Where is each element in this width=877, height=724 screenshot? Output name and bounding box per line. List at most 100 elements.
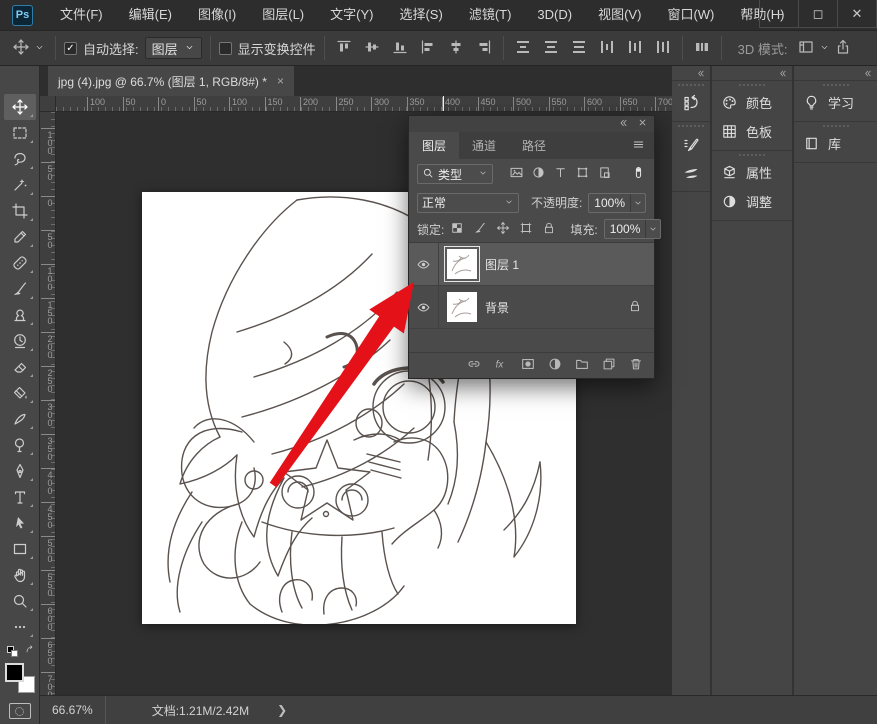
close-button[interactable]: ✕ xyxy=(837,0,877,28)
rectangle-tool[interactable] xyxy=(4,536,36,562)
distribute-vertical-center-button[interactable] xyxy=(541,37,561,60)
distribute-right-button[interactable] xyxy=(653,37,673,60)
menu-item-6[interactable]: 滤镜(T) xyxy=(456,0,525,30)
minimize-button[interactable]: – xyxy=(759,0,799,28)
status-options-chevron[interactable]: ❯ xyxy=(277,703,287,717)
tab-close-icon[interactable]: × xyxy=(277,74,284,88)
menu-item-7[interactable]: 3D(D) xyxy=(524,0,585,30)
align-left-button[interactable] xyxy=(418,37,438,60)
lock-paint-button[interactable] xyxy=(473,221,487,238)
history-panel-button[interactable] xyxy=(672,88,710,117)
brush-tool[interactable] xyxy=(4,276,36,302)
close-panel-icon[interactable] xyxy=(637,117,648,131)
document-tab[interactable]: jpg (4).jpg @ 66.7% (图层 1, RGB/8#) * × xyxy=(48,66,294,96)
horizontal-ruler[interactable]: 1005005010015020025030035040045050055060… xyxy=(56,96,672,112)
filter-smart-object-filter-button[interactable] xyxy=(597,165,612,183)
rectangular-marquee-tool[interactable] xyxy=(4,120,36,146)
distribute-horizontal-center-button[interactable] xyxy=(625,37,645,60)
panel-button-色板[interactable]: 色板 xyxy=(712,117,792,146)
zoom-tool[interactable] xyxy=(4,588,36,614)
pen-tool[interactable] xyxy=(4,458,36,484)
lasso-tool[interactable] xyxy=(4,146,36,172)
align-bottom-button[interactable] xyxy=(390,37,410,60)
dodge-tool[interactable] xyxy=(4,432,36,458)
folder-button[interactable] xyxy=(574,356,590,375)
history-brush-tool[interactable] xyxy=(4,328,36,354)
distribute-bottom-button[interactable] xyxy=(569,37,589,60)
lock-artboard-button[interactable] xyxy=(519,221,533,238)
hand-tool[interactable] xyxy=(4,562,36,588)
distribute-spacing-button[interactable] xyxy=(692,37,712,60)
lock-move-button[interactable] xyxy=(496,221,510,238)
filter-type-filter-button[interactable] xyxy=(553,165,568,183)
quick-mask-button[interactable] xyxy=(9,703,31,719)
fx-button[interactable]: fx xyxy=(493,356,509,375)
mask-button[interactable] xyxy=(520,356,536,375)
move-tool[interactable] xyxy=(4,94,36,120)
show-transform-checkbox[interactable] xyxy=(219,42,232,55)
layer-thumbnail[interactable] xyxy=(447,249,477,279)
menu-item-3[interactable]: 图层(L) xyxy=(249,0,317,30)
panel-button-调整[interactable]: 调整 xyxy=(712,187,792,216)
smudge-tool[interactable] xyxy=(4,406,36,432)
link-button[interactable] xyxy=(466,356,482,375)
layer-thumbnail[interactable] xyxy=(447,292,477,322)
menu-item-5[interactable]: 选择(S) xyxy=(386,0,455,30)
layer-filter-dropdown[interactable]: 类型 xyxy=(417,164,493,184)
edit-toolbar[interactable] xyxy=(4,614,36,640)
filter-adjustment-filter-button[interactable] xyxy=(531,165,546,183)
lock-transparent-button[interactable] xyxy=(450,221,464,238)
maximize-button[interactable]: ◻ xyxy=(798,0,838,28)
menu-item-2[interactable]: 图像(I) xyxy=(185,0,249,30)
type-tool[interactable] xyxy=(4,484,36,510)
filter-toggle-switch[interactable] xyxy=(631,165,646,183)
chevron-down-icon[interactable] xyxy=(33,40,46,57)
panel-tab-2[interactable]: 路径 xyxy=(509,132,559,159)
panel-tab-1[interactable]: 通道 xyxy=(459,132,509,159)
panel-button-颜色[interactable]: 颜色 xyxy=(712,88,792,117)
auto-select-target-dropdown[interactable]: 图层 xyxy=(145,37,202,59)
menu-item-8[interactable]: 视图(V) xyxy=(585,0,654,30)
clone-stamp-tool[interactable] xyxy=(4,302,36,328)
layer-visibility-toggle[interactable] xyxy=(409,286,439,328)
distribute-top-button[interactable] xyxy=(513,37,533,60)
filter-image-filter-button[interactable] xyxy=(509,165,524,183)
align-top-button[interactable] xyxy=(334,37,354,60)
eyedropper-tool[interactable] xyxy=(4,224,36,250)
brushes-panel-button[interactable] xyxy=(672,158,710,187)
layer-visibility-toggle[interactable] xyxy=(409,243,439,285)
swap-colors-icon[interactable] xyxy=(24,644,35,655)
ruler-origin-box[interactable] xyxy=(40,96,56,112)
layer-row-1[interactable]: 背景 xyxy=(409,286,654,329)
layer-name[interactable]: 图层 1 xyxy=(485,256,519,273)
paint-bucket-tool[interactable] xyxy=(4,380,36,406)
blend-mode-dropdown[interactable]: 正常 xyxy=(417,193,519,213)
path-selection-tool[interactable] xyxy=(4,510,36,536)
trash-button[interactable] xyxy=(628,356,644,375)
menu-item-4[interactable]: 文字(Y) xyxy=(317,0,386,30)
panel-menu-button[interactable] xyxy=(631,137,646,155)
quick-selection-tool[interactable] xyxy=(4,172,36,198)
dock-collapse-header[interactable] xyxy=(712,66,792,81)
distribute-left-button[interactable] xyxy=(597,37,617,60)
new-layer-button[interactable] xyxy=(601,356,617,375)
lock-all-button[interactable] xyxy=(542,221,556,238)
panel-button-学习[interactable]: 学习 xyxy=(794,88,877,117)
opacity-field[interactable]: 100% xyxy=(588,193,646,213)
brush-settings-panel-button[interactable] xyxy=(672,129,710,158)
menu-item-1[interactable]: 编辑(E) xyxy=(116,0,185,30)
collapse-panel-icon[interactable] xyxy=(617,117,629,132)
layer-name[interactable]: 背景 xyxy=(485,299,509,316)
dock-collapse-header[interactable] xyxy=(672,66,710,81)
fill-field[interactable]: 100% xyxy=(604,219,662,239)
eraser-tool[interactable] xyxy=(4,354,36,380)
chevron-down-icon[interactable] xyxy=(818,40,831,57)
panel-button-库[interactable]: 库 xyxy=(794,129,877,158)
crop-tool[interactable] xyxy=(4,198,36,224)
spot-healing-brush-tool[interactable] xyxy=(4,250,36,276)
layer-row-0[interactable]: 图层 1 xyxy=(409,243,654,286)
align-horizontal-center-button[interactable] xyxy=(446,37,466,60)
share-icon[interactable] xyxy=(833,37,853,60)
adjustment-button[interactable] xyxy=(547,356,563,375)
menu-item-0[interactable]: 文件(F) xyxy=(47,0,116,30)
